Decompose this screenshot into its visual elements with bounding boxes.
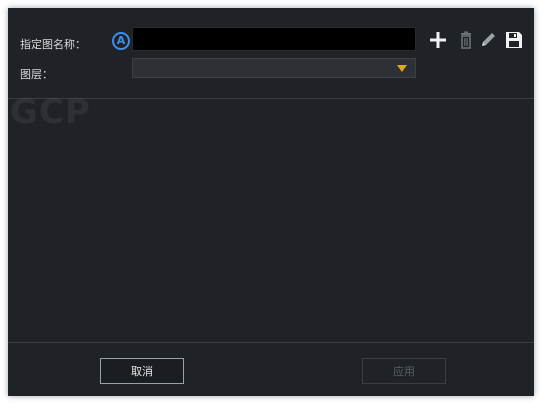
plus-icon[interactable]	[428, 30, 448, 50]
name-input[interactable]	[132, 27, 416, 51]
trash-icon[interactable]	[456, 30, 476, 50]
chevron-down-icon[interactable]	[397, 65, 407, 72]
footer-divider	[8, 342, 534, 343]
name-label: 指定图名称：	[20, 38, 86, 51]
type-label: 图层：	[20, 68, 53, 81]
cancel-button[interactable]: 取消	[100, 358, 184, 384]
auto-name-icon[interactable]: A	[112, 32, 130, 50]
pencil-icon[interactable]	[478, 30, 498, 50]
type-select[interactable]	[132, 58, 416, 78]
apply-button[interactable]: 应用	[362, 358, 446, 384]
floppy-disk-icon[interactable]	[504, 30, 524, 50]
watermark-text: GCP	[10, 92, 91, 132]
layer-dialog: 指定图名称： A 图层： GCP 取消 应用	[8, 8, 534, 396]
